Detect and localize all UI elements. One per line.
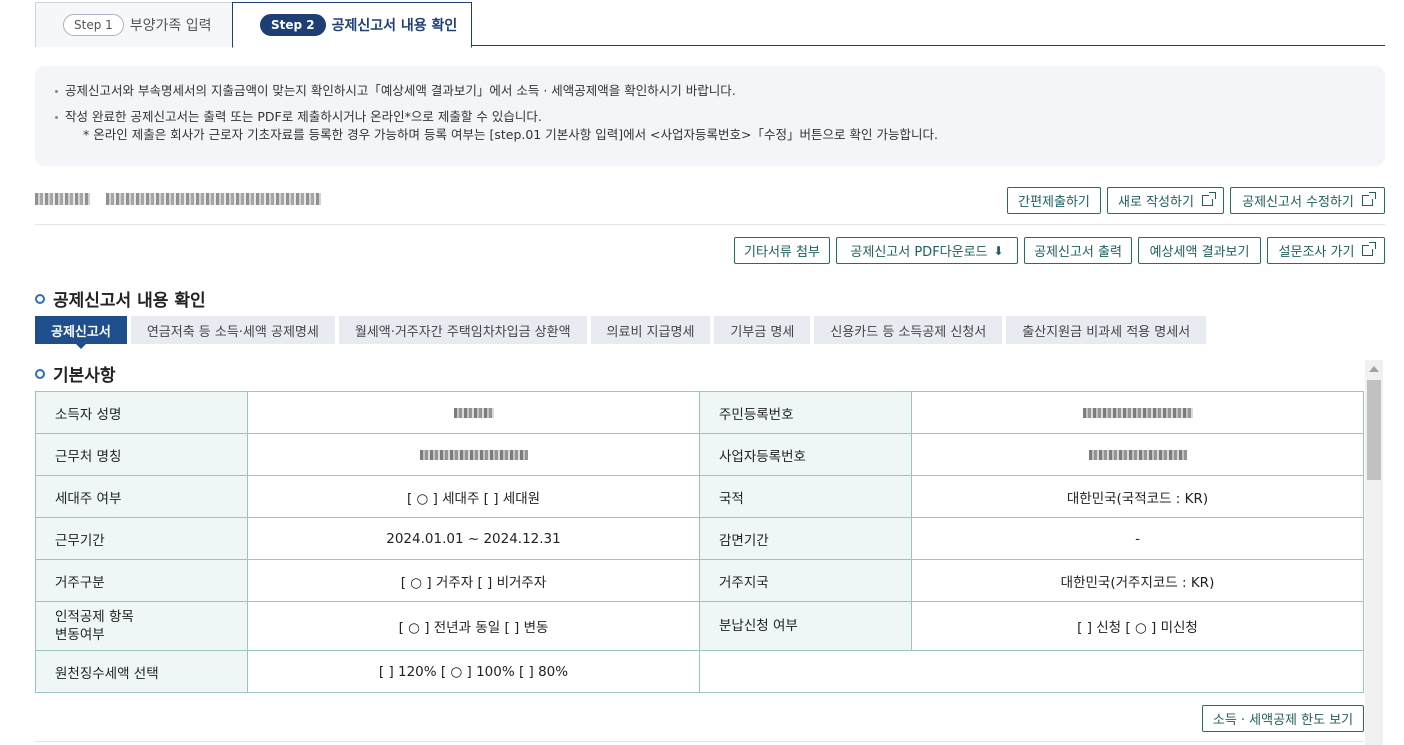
circle-bullet-icon	[35, 293, 45, 304]
print-button[interactable]: 공제신고서 출력	[1024, 237, 1132, 264]
attach-docs-label: 기타서류 첨부	[744, 245, 820, 260]
external-link-icon	[1201, 192, 1216, 206]
table-header-line-2: 변동여부	[55, 627, 105, 643]
redacted-user-info	[106, 193, 321, 205]
edit-report-button[interactable]: 공제신고서 수정하기	[1230, 187, 1385, 214]
subtab-medical[interactable]: 의료비 지급명세	[590, 316, 711, 344]
table-header: 감면기간	[699, 517, 912, 560]
table-cell: 2024.01.01 ~ 2024.12.31	[247, 517, 700, 560]
resident-number-value	[911, 391, 1364, 434]
new-write-button[interactable]: 새로 작성하기	[1107, 187, 1224, 214]
redacted-value	[453, 407, 494, 418]
table-cell: 대한민국(거주지코드 : KR)	[911, 559, 1364, 602]
basic-section-title-text: 기본사항	[53, 366, 116, 386]
simple-submit-label: 간편제출하기	[1018, 195, 1090, 210]
subtab-rent[interactable]: 월세액·거주자간 주택임차차입금 상환액	[338, 316, 587, 344]
table-cell: [ ○ ] 전년과 동일 [ ] 변동	[247, 601, 700, 651]
redacted-value	[1082, 407, 1193, 418]
external-link-icon	[1362, 242, 1377, 256]
table-header: 국적	[699, 475, 912, 518]
deduction-limit-button[interactable]: 소득 · 세액공제 한도 보기	[1202, 705, 1364, 732]
table-header-line-1: 인적공제 항목	[55, 609, 134, 625]
notice-line-3: * 온라인 제출은 회사가 근로자 기초자료를 등록한 경우 가능하며 등록 여…	[83, 127, 938, 142]
simple-submit-button[interactable]: 간편제출하기	[1007, 187, 1101, 214]
table-cell: [ ] 120% [ ○ ] 100% [ ] 80%	[247, 650, 700, 693]
subtab-donation[interactable]: 기부금 명세	[714, 316, 811, 344]
table-cell: [ ○ ] 거주자 [ ] 비거주자	[247, 559, 700, 602]
step-2-label: 공제신고서 내용 확인	[331, 18, 458, 34]
redacted-value	[419, 449, 528, 460]
table-header: 분납신청 여부	[699, 601, 912, 651]
table-header: 원천징수세액 선택	[35, 650, 248, 693]
external-link-icon	[1361, 192, 1376, 206]
survey-label: 설문조사 가기	[1278, 245, 1355, 260]
table-row: 거주구분 [ ○ ] 거주자 [ ] 비거주자 거주지국 대한민국(거주지코드 …	[35, 559, 1364, 602]
table-header: 근무기간	[35, 517, 248, 560]
table-cell: 대한민국(국적코드 : KR)	[911, 475, 1364, 518]
table-header: 주민등록번호	[699, 391, 912, 434]
step-1-tab[interactable]: Step 1 부양가족 입력	[35, 2, 233, 47]
step-2-tab[interactable]: Step 2 공제신고서 내용 확인	[232, 2, 472, 48]
table-row: 원천징수세액 선택 [ ] 120% [ ○ ] 100% [ ] 80%	[35, 650, 1364, 693]
subtab-pension[interactable]: 연금저축 등 소득·세액 공제명세	[130, 316, 335, 344]
step-tabs: Step 1 부양가족 입력 Step 2 공제신고서 내용 확인	[35, 0, 1385, 48]
section-title: 공제신고서 내용 확인	[35, 286, 206, 311]
business-number-value	[911, 433, 1364, 476]
step-1-label: 부양가족 입력	[129, 18, 212, 34]
step-2-pill: Step 2	[260, 14, 326, 36]
new-write-label: 새로 작성하기	[1118, 195, 1194, 210]
table-cell: [ ] 신청 [ ○ ] 미신청	[911, 601, 1364, 651]
edit-report-label: 공제신고서 수정하기	[1242, 195, 1354, 210]
subtab-credit-card[interactable]: 신용카드 등 소득공제 신청서	[814, 316, 1003, 344]
survey-button[interactable]: 설문조사 가기	[1267, 237, 1385, 264]
redacted-value	[1088, 449, 1187, 460]
table-header: 세대주 여부	[35, 475, 248, 518]
download-icon: ⬇	[993, 243, 1004, 258]
table-header: 사업자등록번호	[699, 433, 912, 476]
table-header: 거주지국	[699, 559, 912, 602]
table-row: 인적공제 항목 변동여부 [ ○ ] 전년과 동일 [ ] 변동 분납신청 여부…	[35, 601, 1364, 651]
table-row: 세대주 여부 [ ○ ] 세대주 [ ] 세대원 국적 대한민국(국적코드 : …	[35, 475, 1364, 518]
table-header: 소득자 성명	[35, 391, 248, 434]
divider	[35, 741, 1364, 742]
table-cell: -	[911, 517, 1364, 560]
estimate-label: 예상세액 결과보기	[1149, 245, 1250, 260]
notice-line-2: 작성 완료한 공제신고서는 출력 또는 PDF로 제출하시거나 온라인*으로 제…	[55, 108, 1365, 126]
estimate-button[interactable]: 예상세액 결과보기	[1138, 237, 1261, 264]
subtab-report[interactable]: 공제신고서	[35, 316, 127, 349]
step-1-pill: Step 1	[63, 14, 124, 36]
basic-section-title: 기본사항	[35, 361, 116, 386]
empty-cell	[699, 650, 1364, 693]
redacted-user-name	[35, 193, 90, 205]
notice-box: 공제신고서와 부속명세서의 지출금액이 맞는지 확인하시고「예상세액 결과보기」…	[35, 66, 1385, 166]
table-header: 인적공제 항목 변동여부	[35, 601, 248, 651]
scrollbar[interactable]	[1365, 360, 1383, 745]
scroll-up-arrow-icon[interactable]	[1369, 366, 1379, 372]
pdf-download-button[interactable]: 공제신고서 PDF다운로드 ⬇	[836, 237, 1018, 264]
circle-bullet-icon	[35, 368, 45, 379]
name-value	[247, 391, 700, 434]
table-row: 근무처 명칭 사업자등록번호	[35, 433, 1364, 476]
print-label: 공제신고서 출력	[1034, 245, 1122, 260]
divider	[35, 224, 1385, 225]
report-subtabs: 공제신고서 연금저축 등 소득·세액 공제명세 월세액·거주자간 주택임차차입금…	[35, 316, 1207, 349]
table-header: 거주구분	[35, 559, 248, 602]
table-header: 근무처 명칭	[35, 433, 248, 476]
table-row: 소득자 성명 주민등록번호	[35, 391, 1364, 434]
attach-docs-button[interactable]: 기타서류 첨부	[734, 237, 830, 264]
scrollbar-thumb[interactable]	[1367, 380, 1381, 480]
basic-info-table: 소득자 성명 주민등록번호 근무처 명칭 사업자등록번호 세대주 여부 [ ○ …	[35, 391, 1364, 693]
section-title-text: 공제신고서 내용 확인	[53, 291, 206, 311]
notice-line-1: 공제신고서와 부속명세서의 지출금액이 맞는지 확인하시고「예상세액 결과보기」…	[55, 82, 1365, 100]
subtab-birth-support[interactable]: 출산지원금 비과세 적용 명세서	[1006, 316, 1207, 344]
pdf-download-label: 공제신고서 PDF다운로드	[850, 245, 988, 260]
workplace-value	[247, 433, 700, 476]
deduction-limit-label: 소득 · 세액공제 한도 보기	[1212, 713, 1354, 728]
table-row: 근무기간 2024.01.01 ~ 2024.12.31 감면기간 -	[35, 517, 1364, 560]
table-cell: [ ○ ] 세대주 [ ] 세대원	[247, 475, 700, 518]
